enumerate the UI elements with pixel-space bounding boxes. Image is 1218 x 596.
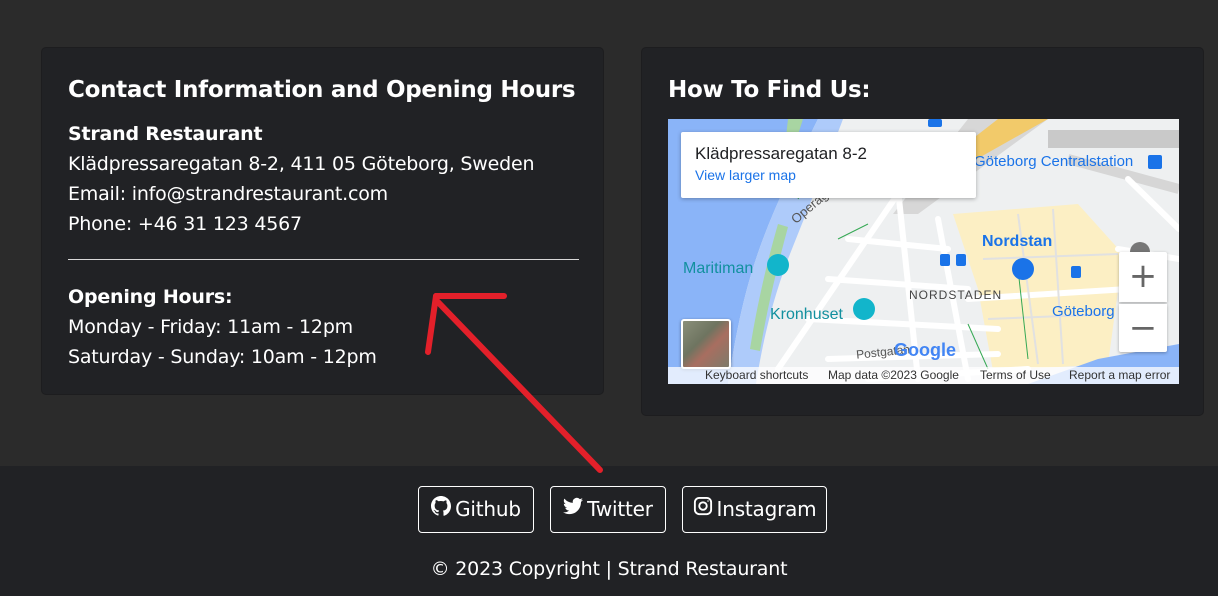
instagram-icon xyxy=(693,487,713,532)
embedded-map[interactable]: Göteborg Centralstation Nordstan Maritim… xyxy=(668,119,1179,384)
map-label-kronhuset: Kronhuset xyxy=(770,306,843,323)
map-infobox: Klädpressaregatan 8-2 View larger map xyxy=(681,132,976,198)
zoom-in-button[interactable]: + xyxy=(1119,252,1167,302)
map-label-nordstan: Nordstan xyxy=(982,233,1053,250)
github-label: Github xyxy=(455,497,521,521)
find-us-card: How To Find Us: Göteborg Centralstation … xyxy=(641,47,1204,416)
github-icon xyxy=(431,487,452,532)
report-map-error-link[interactable]: Report a map error xyxy=(1069,367,1170,384)
footer: Github Twitter Instagram © 2023 Copyrigh… xyxy=(0,466,1218,596)
map-infobox-title: Klädpressaregatan 8-2 xyxy=(695,144,868,163)
map-label-maritiman: Maritiman xyxy=(683,260,754,277)
map-label-goteborg: Göteborg xyxy=(1052,303,1115,320)
map-label-centralstation: Göteborg Centralstation xyxy=(974,153,1134,170)
map-data-text: Map data ©2023 Google xyxy=(828,368,959,382)
address: Klädpressaregatan 8-2, 411 05 Göteborg, … xyxy=(68,153,535,175)
contact-heading: Contact Information and Opening Hours xyxy=(68,77,576,103)
divider xyxy=(68,259,579,260)
view-larger-map-link[interactable]: View larger map xyxy=(695,164,962,186)
contact-card: Contact Information and Opening Hours St… xyxy=(41,47,604,395)
github-button[interactable]: Github xyxy=(418,486,534,533)
find-us-heading: How To Find Us: xyxy=(668,77,871,103)
keyboard-shortcuts-link[interactable]: Keyboard shortcuts xyxy=(705,367,808,384)
satellite-toggle[interactable] xyxy=(681,319,731,369)
google-logo: Google xyxy=(894,340,956,360)
twitter-icon xyxy=(563,487,584,532)
map-label-nordstaden: NORDSTADEN xyxy=(909,288,1003,302)
instagram-label: Instagram xyxy=(716,497,817,521)
phone: Phone: +46 31 123 4567 xyxy=(68,213,302,235)
zoom-out-button[interactable]: − xyxy=(1119,304,1167,352)
instagram-button[interactable]: Instagram xyxy=(682,486,827,533)
copyright-text: © 2023 Copyright | Strand Restaurant xyxy=(430,558,788,580)
twitter-label: Twitter xyxy=(587,497,653,521)
email: Email: info@strandrestaurant.com xyxy=(68,183,388,205)
restaurant-name: Strand Restaurant xyxy=(68,123,263,145)
map-attribution: Keyboard shortcuts Map data ©2023 Google… xyxy=(668,367,1179,384)
opening-hours-heading: Opening Hours: xyxy=(68,286,233,308)
hours-weekday: Monday - Friday: 11am - 12pm xyxy=(68,316,353,338)
hours-weekend: Saturday - Sunday: 10am - 12pm xyxy=(68,346,377,368)
terms-of-use-link[interactable]: Terms of Use xyxy=(980,367,1051,384)
twitter-button[interactable]: Twitter xyxy=(550,486,666,533)
